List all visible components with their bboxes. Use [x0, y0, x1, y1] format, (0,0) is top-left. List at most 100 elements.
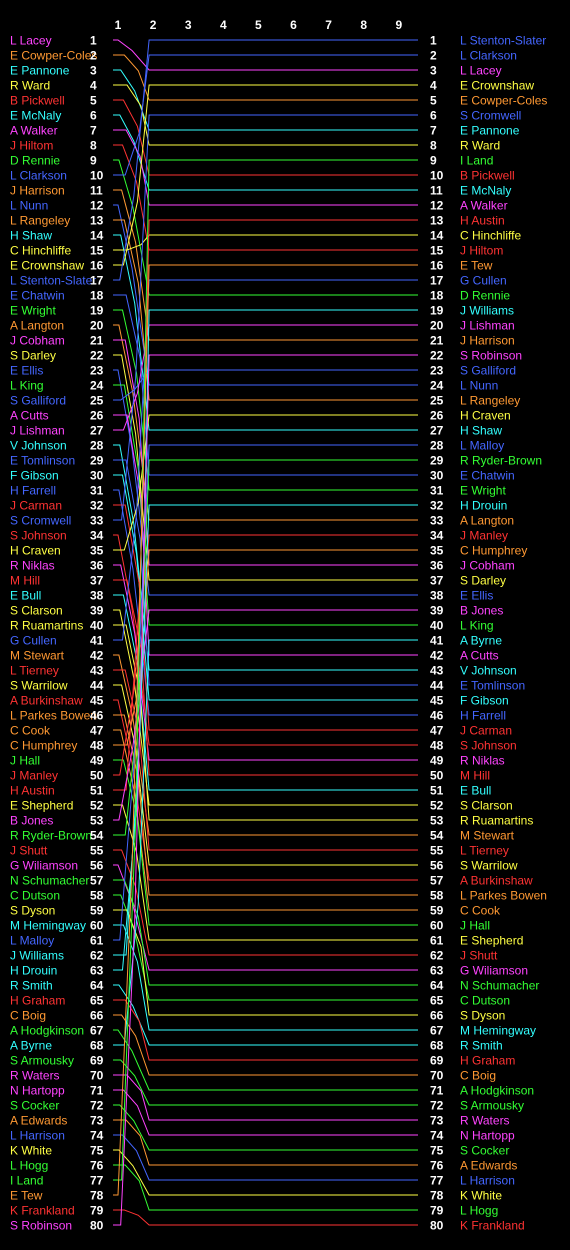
final-name-label: A Burkinshaw: [460, 874, 533, 888]
final-name-label: S Cromwell: [460, 109, 521, 123]
start-rank-label: 51: [90, 784, 104, 798]
start-rank-label: 38: [90, 589, 104, 603]
final-rank-label: 26: [430, 409, 444, 423]
final-name-label: G Cullen: [460, 274, 507, 288]
start-rank-label: 18: [90, 289, 104, 303]
start-name-label: E Tomlinson: [10, 454, 75, 468]
final-name-label: K White: [460, 1189, 502, 1203]
start-name-label: J Carman: [10, 499, 62, 513]
start-name-label: G Cullen: [10, 634, 57, 648]
final-name-label: L Harrison: [460, 1174, 515, 1188]
final-rank-label: 72: [430, 1099, 444, 1113]
final-name-label: H Shaw: [460, 424, 502, 438]
final-name-label: J Carman: [460, 724, 512, 738]
start-rank-label: 30: [90, 469, 104, 483]
x-tick-label: 8: [360, 18, 367, 32]
start-rank-label: 64: [90, 979, 104, 993]
final-rank-label: 22: [430, 349, 444, 363]
start-rank-label: 21: [90, 334, 104, 348]
start-name-label: B Pickwell: [10, 94, 65, 108]
final-rank-label: 60: [430, 919, 444, 933]
start-name-label: A Byrne: [10, 1039, 52, 1053]
start-name-label: A Langton: [10, 319, 64, 333]
start-rank-label: 53: [90, 814, 104, 828]
start-rank-label: 19: [90, 304, 104, 318]
start-name-label: B Jones: [10, 814, 53, 828]
start-rank-label: 33: [90, 514, 104, 528]
final-name-label: A Hodgkinson: [460, 1084, 534, 1098]
start-name-label: E Chatwin: [10, 289, 65, 303]
series-line: [113, 1089, 418, 1136]
start-name-label: J Hall: [10, 754, 40, 768]
series-line: [113, 504, 418, 971]
final-name-label: R Ward: [460, 139, 500, 153]
start-name-label: H Shaw: [10, 229, 52, 243]
final-name-label: H Craven: [460, 409, 511, 423]
start-rank-label: 58: [90, 889, 104, 903]
final-rank-label: 57: [430, 874, 444, 888]
start-rank-label: 68: [90, 1039, 104, 1053]
start-name-label: L Clarkson: [10, 169, 67, 183]
start-name-label: L Tierney: [10, 664, 59, 678]
start-rank-label: 17: [90, 274, 104, 288]
start-rank-label: 24: [90, 379, 104, 393]
start-name-label: L Stenton-Slater: [10, 274, 96, 288]
start-name-label: E Pannone: [10, 64, 70, 78]
final-rank-label: 29: [430, 454, 444, 468]
start-name-label: C Cook: [10, 724, 51, 738]
final-name-label: C Hinchliffe: [460, 229, 521, 243]
final-rank-label: 75: [430, 1144, 444, 1158]
start-name-label: M Hill: [10, 574, 40, 588]
final-name-label: S Robinson: [460, 349, 522, 363]
final-name-label: J Lishman: [460, 319, 515, 333]
start-name-label: C Boig: [10, 1009, 46, 1023]
final-rank-label: 28: [430, 439, 444, 453]
final-rank-label: 15: [430, 244, 444, 258]
final-name-label: N Hartopp: [460, 1129, 515, 1143]
start-rank-label: 36: [90, 559, 104, 573]
final-rank-label: 23: [430, 364, 444, 378]
final-name-label: C Humphrey: [460, 544, 527, 558]
series-line: [113, 144, 418, 251]
final-name-label: L Clarkson: [460, 49, 517, 63]
final-rank-label: 48: [430, 739, 444, 753]
start-rank-label: 44: [90, 679, 104, 693]
start-name-label: N Hartopp: [10, 1084, 65, 1098]
start-rank-label: 14: [90, 229, 104, 243]
final-rank-label: 44: [430, 679, 444, 693]
start-name-label: N Schumacher: [10, 874, 89, 888]
series-line: [113, 1164, 418, 1211]
final-name-label: E Cowper-Coles: [460, 94, 547, 108]
series-line: [113, 54, 418, 101]
start-rank-label: 22: [90, 349, 104, 363]
final-rank-label: 2: [430, 49, 437, 63]
start-name-label: I Land: [10, 1174, 43, 1188]
start-rank-label: 70: [90, 1069, 104, 1083]
start-name-label: L Malloy: [10, 934, 54, 948]
start-rank-label: 34: [90, 529, 104, 543]
final-rank-label: 79: [430, 1204, 444, 1218]
start-name-label: V Johnson: [10, 439, 67, 453]
final-name-label: E Chatwin: [460, 469, 515, 483]
start-name-label: K White: [10, 1144, 52, 1158]
series-line: [113, 804, 418, 941]
final-rank-label: 64: [430, 979, 444, 993]
start-rank-label: 23: [90, 364, 104, 378]
start-rank-label: 40: [90, 619, 104, 633]
final-rank-label: 50: [430, 769, 444, 783]
final-name-label: R Waters: [460, 1114, 510, 1128]
start-name-label: M Stewart: [10, 649, 65, 663]
final-name-label: S Cocker: [460, 1144, 509, 1158]
start-name-label: E Wright: [10, 304, 56, 318]
start-rank-label: 35: [90, 544, 104, 558]
start-rank-label: 3: [90, 64, 97, 78]
start-name-label: J Williams: [10, 949, 64, 963]
final-rank-label: 61: [430, 934, 444, 948]
final-rank-label: 41: [430, 634, 444, 648]
final-rank-label: 17: [430, 274, 444, 288]
final-rank-label: 21: [430, 334, 444, 348]
final-name-label: E Tomlinson: [460, 679, 525, 693]
final-name-label: S Warrilow: [460, 859, 518, 873]
start-rank-label: 57: [90, 874, 104, 888]
start-rank-label: 26: [90, 409, 104, 423]
